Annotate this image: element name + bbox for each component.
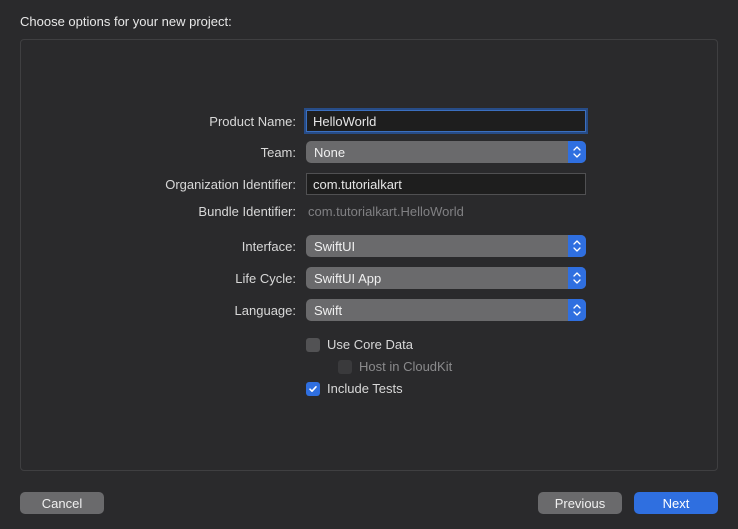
org-identifier-label: Organization Identifier: xyxy=(51,177,306,192)
host-in-cloudkit-checkbox xyxy=(338,360,352,374)
org-identifier-input[interactable] xyxy=(306,173,586,195)
team-select-value: None xyxy=(314,145,345,160)
product-name-input[interactable] xyxy=(306,110,586,132)
language-label: Language: xyxy=(51,303,306,318)
interface-label: Interface: xyxy=(51,239,306,254)
life-cycle-select-value: SwiftUI App xyxy=(314,271,381,286)
host-in-cloudkit-label: Host in CloudKit xyxy=(359,359,452,374)
use-core-data-label: Use Core Data xyxy=(327,337,413,352)
updown-icon xyxy=(568,235,586,257)
previous-button[interactable]: Previous xyxy=(538,492,622,514)
cancel-button[interactable]: Cancel xyxy=(20,492,104,514)
language-select-value: Swift xyxy=(314,303,342,318)
team-label: Team: xyxy=(51,145,306,160)
life-cycle-label: Life Cycle: xyxy=(51,271,306,286)
sheet-title: Choose options for your new project: xyxy=(0,0,738,39)
include-tests-checkbox[interactable] xyxy=(306,382,320,396)
updown-icon xyxy=(568,141,586,163)
interface-select-value: SwiftUI xyxy=(314,239,355,254)
language-select[interactable]: Swift xyxy=(306,299,586,321)
next-button[interactable]: Next xyxy=(634,492,718,514)
bundle-identifier-value: com.tutorialkart.HelloWorld xyxy=(306,204,464,219)
options-panel: Product Name: Team: None Organization Id… xyxy=(20,39,718,471)
product-name-label: Product Name: xyxy=(51,114,306,129)
updown-icon xyxy=(568,267,586,289)
team-select[interactable]: None xyxy=(306,141,586,163)
interface-select[interactable]: SwiftUI xyxy=(306,235,586,257)
life-cycle-select[interactable]: SwiftUI App xyxy=(306,267,586,289)
use-core-data-checkbox[interactable] xyxy=(306,338,320,352)
bundle-identifier-label: Bundle Identifier: xyxy=(51,204,306,219)
updown-icon xyxy=(568,299,586,321)
footer-bar: Cancel Previous Next xyxy=(0,485,738,529)
include-tests-label: Include Tests xyxy=(327,381,403,396)
